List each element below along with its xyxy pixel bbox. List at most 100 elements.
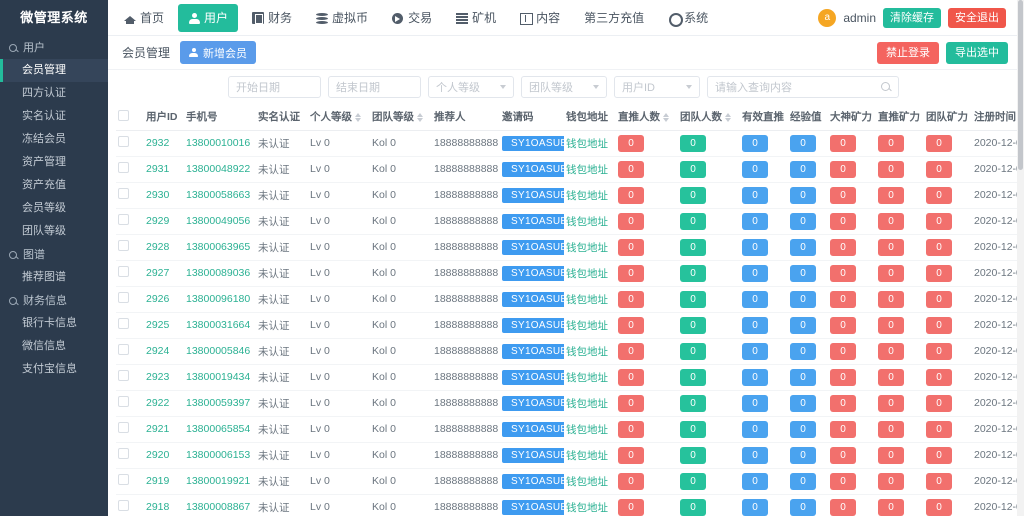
- wallet-address-link[interactable]: 钱包地址: [566, 476, 608, 488]
- phone-link[interactable]: 13800096180: [186, 293, 250, 305]
- end-date-input[interactable]: 结束日期: [328, 76, 421, 98]
- wallet-address-link[interactable]: 钱包地址: [566, 216, 608, 228]
- row-checkbox[interactable]: [118, 136, 129, 147]
- nav-item-2[interactable]: 财务: [242, 4, 302, 32]
- invite-code-badge[interactable]: SY1OASUE: [502, 474, 564, 489]
- cell-wallet[interactable]: 钱包地址: [564, 130, 616, 156]
- wallet-address-link[interactable]: 钱包地址: [566, 320, 608, 332]
- invite-code-badge[interactable]: SY1OASUE: [502, 396, 564, 411]
- user_id-link[interactable]: 2928: [146, 241, 169, 253]
- invite-code-badge[interactable]: SY1OASUE: [502, 422, 564, 437]
- cell-user_id[interactable]: 2924: [144, 338, 184, 364]
- cell-user_id[interactable]: 2931: [144, 156, 184, 182]
- cell-checkbox[interactable]: [116, 442, 144, 468]
- cell-wallet[interactable]: 钱包地址: [564, 364, 616, 390]
- cell-wallet[interactable]: 钱包地址: [564, 468, 616, 494]
- nav-item-1[interactable]: 用户: [178, 4, 238, 32]
- cell-invite_code[interactable]: SY1OASUE: [500, 130, 564, 156]
- invite-code-badge[interactable]: SY1OASUE: [502, 500, 564, 515]
- user_id-link[interactable]: 2921: [146, 423, 169, 435]
- wallet-address-link[interactable]: 钱包地址: [566, 268, 608, 280]
- user_id-link[interactable]: 2924: [146, 345, 169, 357]
- cell-wallet[interactable]: 钱包地址: [564, 338, 616, 364]
- cell-wallet[interactable]: 钱包地址: [564, 156, 616, 182]
- cell-phone[interactable]: 13800048922: [184, 156, 256, 182]
- wallet-address-link[interactable]: 钱包地址: [566, 164, 608, 176]
- user_id-link[interactable]: 2930: [146, 189, 169, 201]
- phone-link[interactable]: 13800019434: [186, 371, 250, 383]
- cell-user_id[interactable]: 2919: [144, 468, 184, 494]
- cell-checkbox[interactable]: [116, 234, 144, 260]
- search-input[interactable]: 请输入查询内容: [707, 76, 899, 98]
- cell-wallet[interactable]: 钱包地址: [564, 494, 616, 516]
- cell-phone[interactable]: 13800089036: [184, 260, 256, 286]
- cell-wallet[interactable]: 钱包地址: [564, 416, 616, 442]
- team-level-select[interactable]: 团队等级: [521, 76, 607, 98]
- invite-code-badge[interactable]: SY1OASUE: [502, 266, 564, 281]
- export-selected-button[interactable]: 导出选中: [946, 42, 1008, 64]
- cell-checkbox[interactable]: [116, 130, 144, 156]
- sort-icon[interactable]: [663, 113, 669, 122]
- row-checkbox[interactable]: [118, 318, 129, 329]
- cell-wallet[interactable]: 钱包地址: [564, 312, 616, 338]
- sidebar-item-0-7[interactable]: 团队等级: [0, 220, 108, 243]
- invite-code-badge[interactable]: SY1OASUE: [502, 214, 564, 229]
- cell-checkbox[interactable]: [116, 156, 144, 182]
- col-header-team_count[interactable]: 团队人数: [678, 104, 740, 130]
- cell-checkbox[interactable]: [116, 416, 144, 442]
- cell-phone[interactable]: 13800008867: [184, 494, 256, 516]
- scrollbar-thumb[interactable]: [1018, 0, 1023, 170]
- sidebar-item-0-5[interactable]: 资产充值: [0, 174, 108, 197]
- cell-wallet[interactable]: 钱包地址: [564, 182, 616, 208]
- cell-invite_code[interactable]: SY1OASUE: [500, 156, 564, 182]
- phone-link[interactable]: 13800006153: [186, 449, 250, 461]
- user_id-link[interactable]: 2922: [146, 397, 169, 409]
- personal-level-select[interactable]: 个人等级: [428, 76, 514, 98]
- cell-user_id[interactable]: 2918: [144, 494, 184, 516]
- clear-cache-button[interactable]: 清除缓存: [883, 8, 941, 28]
- user_id-link[interactable]: 2932: [146, 137, 169, 149]
- logout-button[interactable]: 安全退出: [948, 8, 1006, 28]
- sidebar-group-1[interactable]: 图谱: [0, 245, 108, 266]
- col-header-personal_level[interactable]: 个人等级: [308, 104, 370, 130]
- cell-invite_code[interactable]: SY1OASUE: [500, 338, 564, 364]
- phone-link[interactable]: 13800089036: [186, 267, 250, 279]
- cell-phone[interactable]: 13800065854: [184, 416, 256, 442]
- cell-wallet[interactable]: 钱包地址: [564, 234, 616, 260]
- sort-icon[interactable]: [417, 113, 423, 122]
- phone-link[interactable]: 13800019921: [186, 475, 250, 487]
- cell-user_id[interactable]: 2932: [144, 130, 184, 156]
- cell-user_id[interactable]: 2921: [144, 416, 184, 442]
- row-checkbox[interactable]: [118, 162, 129, 173]
- cell-user_id[interactable]: 2929: [144, 208, 184, 234]
- page-scrollbar[interactable]: [1017, 0, 1024, 516]
- phone-link[interactable]: 13800049056: [186, 215, 250, 227]
- invite-code-badge[interactable]: SY1OASUE: [502, 240, 564, 255]
- cell-invite_code[interactable]: SY1OASUE: [500, 286, 564, 312]
- row-checkbox[interactable]: [118, 240, 129, 251]
- cell-phone[interactable]: 13800031664: [184, 312, 256, 338]
- cell-user_id[interactable]: 2930: [144, 182, 184, 208]
- wallet-address-link[interactable]: 钱包地址: [566, 398, 608, 410]
- cell-invite_code[interactable]: SY1OASUE: [500, 468, 564, 494]
- cell-invite_code[interactable]: SY1OASUE: [500, 390, 564, 416]
- phone-link[interactable]: 13800065854: [186, 423, 250, 435]
- sidebar-group-2[interactable]: 财务信息: [0, 291, 108, 312]
- invite-code-badge[interactable]: SY1OASUE: [502, 136, 564, 151]
- cell-phone[interactable]: 13800005846: [184, 338, 256, 364]
- user_id-link[interactable]: 2923: [146, 371, 169, 383]
- cell-wallet[interactable]: 钱包地址: [564, 208, 616, 234]
- wallet-address-link[interactable]: 钱包地址: [566, 138, 608, 150]
- add-member-button[interactable]: 新增会员: [180, 41, 256, 64]
- cell-invite_code[interactable]: SY1OASUE: [500, 364, 564, 390]
- cell-user_id[interactable]: 2923: [144, 364, 184, 390]
- cell-invite_code[interactable]: SY1OASUE: [500, 260, 564, 286]
- col-header-direct_count[interactable]: 直推人数: [616, 104, 678, 130]
- wallet-address-link[interactable]: 钱包地址: [566, 346, 608, 358]
- cell-wallet[interactable]: 钱包地址: [564, 286, 616, 312]
- user_id-link[interactable]: 2920: [146, 449, 169, 461]
- phone-link[interactable]: 13800059397: [186, 397, 250, 409]
- cell-phone[interactable]: 13800049056: [184, 208, 256, 234]
- cell-invite_code[interactable]: SY1OASUE: [500, 208, 564, 234]
- wallet-address-link[interactable]: 钱包地址: [566, 242, 608, 254]
